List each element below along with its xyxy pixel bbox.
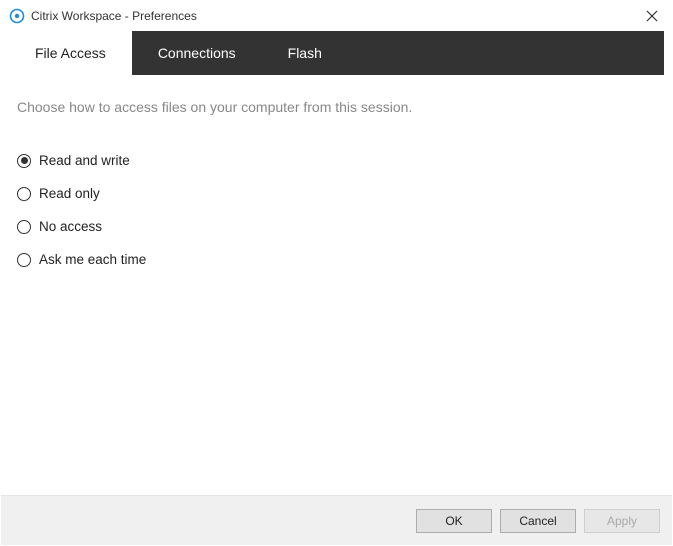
radio-icon [17,253,31,267]
option-read-only[interactable]: Read only [17,186,656,201]
ok-button[interactable]: OK [416,509,492,533]
close-icon [646,10,658,22]
button-label: Apply [607,514,637,528]
option-label: Read only [39,186,100,201]
window-title: Citrix Workspace - Preferences [31,9,197,23]
tab-connections[interactable]: Connections [132,31,262,75]
footer-bar: OK Cancel Apply [1,495,672,545]
option-label: No access [39,219,102,234]
tab-flash[interactable]: Flash [262,31,348,75]
cancel-button[interactable]: Cancel [500,509,576,533]
button-label: Cancel [519,514,556,528]
apply-button: Apply [584,509,660,533]
option-read-write[interactable]: Read and write [17,153,656,168]
close-button[interactable] [632,1,672,31]
tab-label: Flash [288,45,322,61]
tab-file-access[interactable]: File Access [9,31,132,75]
description-text: Choose how to access files on your compu… [17,99,656,115]
radio-icon [17,220,31,234]
button-label: OK [445,514,462,528]
radio-icon [17,187,31,201]
radio-icon [17,154,31,168]
file-access-options: Read and write Read only No access Ask m… [17,153,656,267]
tab-label: File Access [35,45,106,61]
tab-label: Connections [158,45,236,61]
option-ask-each-time[interactable]: Ask me each time [17,252,656,267]
content-area: Choose how to access files on your compu… [1,75,672,495]
option-no-access[interactable]: No access [17,219,656,234]
option-label: Read and write [39,153,130,168]
option-label: Ask me each time [39,252,146,267]
app-icon [9,8,25,24]
tab-bar: File Access Connections Flash [9,31,664,75]
title-bar: Citrix Workspace - Preferences [1,1,672,31]
